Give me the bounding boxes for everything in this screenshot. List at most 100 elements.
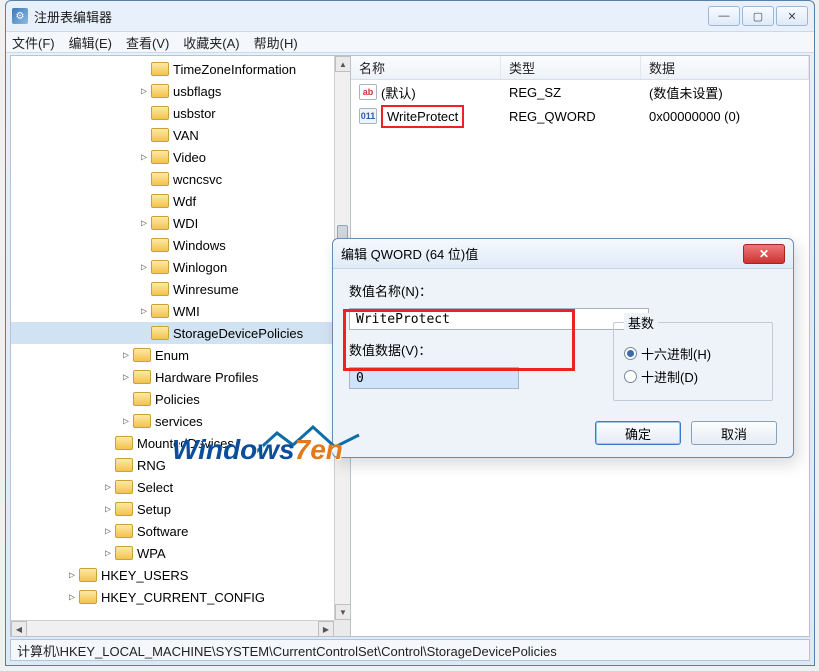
tree-item[interactable]: wcncsvc [11,168,350,190]
binary-value-icon: 011 [359,108,377,124]
tree-item[interactable]: ▷WPA [11,542,350,564]
value-type: REG_SZ [501,85,641,100]
tree-item[interactable]: ▷Enum [11,344,350,366]
string-value-icon: ab [359,84,377,100]
tree-item[interactable]: ▷Software [11,520,350,542]
tree-item[interactable]: ▷ Video [11,146,350,168]
folder-icon [133,370,151,384]
tree-label: Windows [173,238,226,253]
scroll-right-icon[interactable]: ▶ [318,621,334,636]
menu-edit[interactable]: 编辑(E) [69,33,112,52]
tree-item[interactable]: usbstor [11,102,350,124]
expander-icon[interactable]: ▷ [119,350,133,361]
tree-label: MountedDevices [137,436,234,451]
expander-icon[interactable]: ▷ [119,372,133,383]
close-button[interactable]: ✕ [776,6,808,26]
cancel-button[interactable]: 取消 [691,421,777,445]
dialog-close-button[interactable]: ✕ [743,244,785,264]
expander-icon[interactable]: ▷ [101,482,115,493]
scroll-left-icon[interactable]: ◀ [11,621,27,636]
maximize-button[interactable]: ▢ [742,6,774,26]
tree-item[interactable]: ▷ WDI [11,212,350,234]
folder-icon [151,106,169,120]
scroll-corner [334,620,350,636]
folder-icon [133,414,151,428]
tree-item[interactable]: ▷Hardware Profiles [11,366,350,388]
tree-item[interactable]: RNG [11,454,350,476]
menu-help[interactable]: 帮助(H) [254,33,298,52]
menu-favorites[interactable]: 收藏夹(A) [183,33,239,52]
expander-icon[interactable]: ▷ [137,306,151,317]
folder-icon [133,348,151,362]
tree-item[interactable]: MountedDevices [11,432,350,454]
tree-pane[interactable]: TimeZoneInformation ▷ usbflags usbstor VAN ▷ V… [11,56,351,636]
expander-icon[interactable]: ▷ [101,504,115,515]
annotation-highlight [343,309,575,371]
tree-label: VAN [173,128,199,143]
folder-icon [151,62,169,76]
expander-icon[interactable]: ▷ [137,86,151,97]
expander-icon[interactable]: ▷ [137,262,151,273]
minimize-button[interactable]: — [708,6,740,26]
annotation-highlight: WriteProtect [381,105,464,128]
tree-item[interactable]: Wdf [11,190,350,212]
tree-item[interactable]: VAN [11,124,350,146]
value-data: 0x00000000 (0) [641,109,809,124]
list-header[interactable]: 名称 类型 数据 [351,56,809,80]
expander-icon[interactable]: ▷ [137,152,151,163]
expander-icon[interactable]: ▷ [101,526,115,537]
edit-qword-dialog: 编辑 QWORD (64 位)值 ✕ 数值名称(N)： 数值数据(V)： 基数 … [332,238,794,458]
ok-button[interactable]: 确定 [595,421,681,445]
folder-icon [151,194,169,208]
tree-item[interactable]: ▷Select [11,476,350,498]
tree-item[interactable]: ▷HKEY_USERS [11,564,350,586]
expander-icon[interactable]: ▷ [119,416,133,427]
tree-item[interactable]: ▷ Setup [11,498,350,520]
value-row[interactable]: 011WriteProtectREG_QWORD0x00000000 (0) [351,104,809,128]
folder-icon [151,172,169,186]
tree-item[interactable]: Winresume [11,278,350,300]
tree-label: wcncsvc [173,172,222,187]
tree-item[interactable]: StorageDevicePolicies [11,322,350,344]
tree-label: Winlogon [173,260,227,275]
radix-hex-option[interactable]: 十六进制(H) [624,344,762,363]
folder-icon [151,282,169,296]
tree-item[interactable]: ▷ usbflags [11,80,350,102]
scroll-up-icon[interactable]: ▲ [335,56,351,72]
tree-label: usbflags [173,84,221,99]
scroll-down-icon[interactable]: ▼ [335,604,351,620]
folder-icon [115,546,133,560]
menu-file[interactable]: 文件(F) [12,33,55,52]
tree-hscrollbar[interactable]: ◀ ▶ [11,620,334,636]
tree-item[interactable]: ▷services [11,410,350,432]
tree-item[interactable]: Windows [11,234,350,256]
folder-icon [151,216,169,230]
folder-icon [115,502,133,516]
expander-icon[interactable]: ▷ [101,548,115,559]
tree-label: WDI [173,216,198,231]
tree-label: Wdf [173,194,196,209]
col-name[interactable]: 名称 [351,56,501,79]
dialog-title: 编辑 QWORD (64 位)值 [341,244,478,263]
value-row[interactable]: ab(默认)REG_SZ(数值未设置) [351,80,809,104]
titlebar[interactable]: ⚙ 注册表编辑器 — ▢ ✕ [6,1,814,31]
tree-item[interactable]: ▷HKEY_CURRENT_CONFIG [11,586,350,608]
tree-item[interactable]: Policies [11,388,350,410]
folder-icon [151,260,169,274]
radix-dec-option[interactable]: 十进制(D) [624,367,762,386]
radix-group: 基数 十六进制(H) 十进制(D) [613,313,773,401]
tree-item[interactable]: TimeZoneInformation [11,58,350,80]
col-type[interactable]: 类型 [501,56,641,79]
tree-label: Video [173,150,206,165]
tree-label: Setup [137,502,171,517]
expander-icon[interactable]: ▷ [137,218,151,229]
expander-icon[interactable]: ▷ [65,570,79,581]
expander-icon[interactable]: ▷ [65,592,79,603]
tree-item[interactable]: ▷ Winlogon [11,256,350,278]
col-data[interactable]: 数据 [641,56,809,79]
menu-view[interactable]: 查看(V) [126,33,169,52]
tree-label: Winresume [173,282,239,297]
folder-icon [151,128,169,142]
tree-item[interactable]: ▷WMI [11,300,350,322]
dialog-titlebar[interactable]: 编辑 QWORD (64 位)值 ✕ [333,239,793,269]
